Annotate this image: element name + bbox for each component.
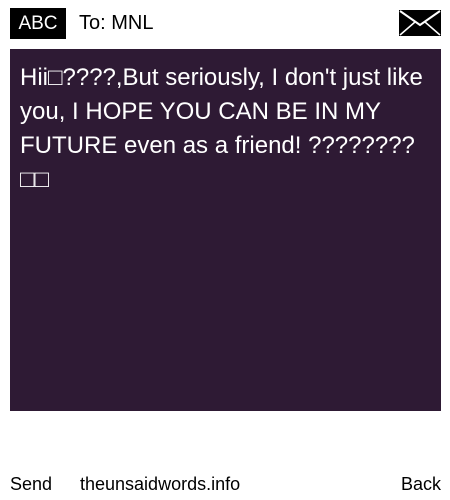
recipient-label: To: MNL bbox=[79, 12, 154, 34]
back-softkey[interactable]: Back bbox=[401, 473, 441, 495]
site-watermark: theunsaidwords.info bbox=[80, 474, 241, 494]
header-bar: ABC To: MNL bbox=[0, 0, 450, 46]
input-mode-badge[interactable]: ABC bbox=[10, 8, 66, 39]
message-body-area[interactable]: Hii□????,But seriously, I don't just lik… bbox=[10, 49, 441, 411]
envelope-icon bbox=[399, 10, 441, 36]
message-compose-screen: ABC To: MNL Hii□????,But seriously, I do… bbox=[0, 0, 450, 500]
send-softkey[interactable]: Send bbox=[10, 473, 52, 495]
message-text: Hii□????,But seriously, I don't just lik… bbox=[20, 64, 423, 193]
softkey-bar: Send theunsaidwords.info Back bbox=[0, 470, 450, 498]
